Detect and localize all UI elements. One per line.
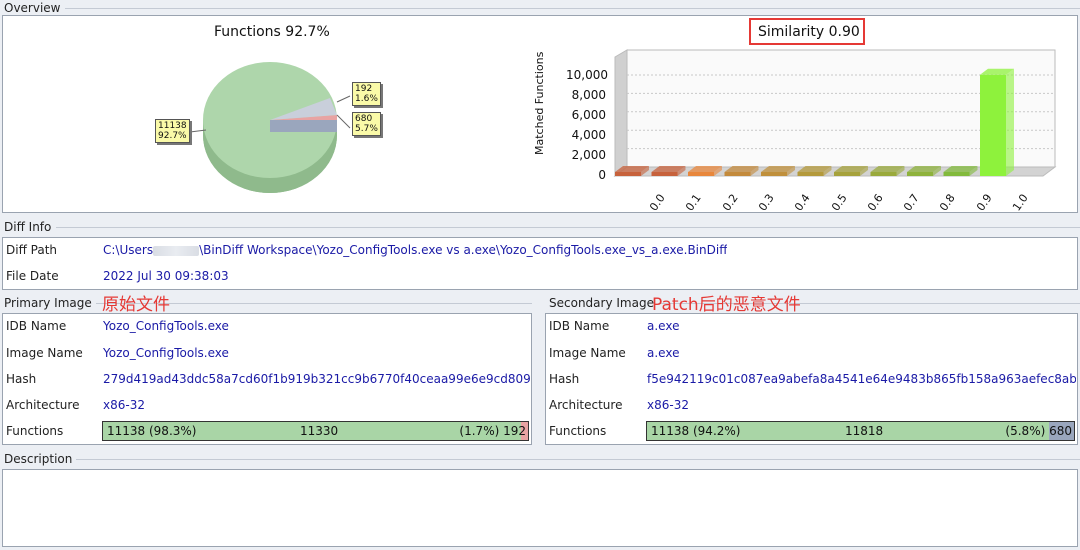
diffinfo-title: Diff Info (4, 220, 56, 234)
pie-callout-192: 192 1.6% (352, 82, 381, 106)
primary-note: 原始文件 (102, 295, 170, 315)
redacted-username (153, 245, 200, 256)
secondary-hash-value: f5e942119c01c087ea9abefa8a4541e64e9483b8… (647, 372, 1076, 386)
diff-path-value[interactable]: C:\Users \BinDiff Workspace\Yozo_ConfigTo… (103, 243, 727, 257)
secondary-note: Patch后的恶意文件 (652, 295, 801, 315)
primary-hash-value: 279d419ad43ddc58a7cd60f1b919b321cc9b6770… (103, 372, 530, 386)
bar-front (761, 172, 787, 176)
secondary-functions-label: Functions (549, 424, 607, 438)
primary-image-label: Image Name (6, 346, 83, 360)
bar-front (615, 172, 641, 176)
description-textarea[interactable] (2, 469, 1078, 547)
primary-hash-label: Hash (6, 372, 37, 386)
secondary-idb-value: a.exe (647, 319, 680, 333)
file-date-label: File Date (6, 269, 59, 283)
callout-pct: 5.7% (355, 124, 378, 134)
ytick-2000: 2,000 (571, 148, 606, 162)
diff-path-label: Diff Path (6, 243, 58, 257)
primary-idb-label: IDB Name (6, 319, 67, 333)
bar-front (870, 172, 897, 176)
secondary-functions-matched: 11138 (94.2%) (651, 424, 741, 438)
ytick-0: 0 (598, 168, 606, 182)
bar-front (797, 172, 824, 176)
diff-path-end: \BinDiff Workspace\Yozo_ConfigTools.exe … (199, 243, 728, 257)
ytick-4000: 4,000 (571, 128, 606, 142)
bar-front (651, 172, 678, 176)
primary-image-value: Yozo_ConfigTools.exe (103, 346, 229, 360)
secondary-functions-bar: 11138 (94.2%) 11818 (5.8%) 680 (646, 421, 1075, 441)
secondary-image-value: a.exe (647, 346, 680, 360)
bar-side (1006, 68, 1014, 176)
primary-functions-unmatched: (1.7%) 192 (459, 424, 526, 438)
overview-divider (60, 8, 1080, 9)
callout-count: 11138 (158, 121, 187, 131)
secondary-image-label: Image Name (549, 346, 626, 360)
description-title: Description (4, 452, 77, 466)
primary-functions-matched: 11138 (98.3%) (107, 424, 197, 438)
primary-functions-bar: 11138 (98.3%) 11330 (1.7%) 192 (102, 421, 529, 441)
secondary-image-title: Secondary Image (549, 296, 658, 310)
secondary-functions-total: 11818 (845, 424, 884, 438)
secondary-functions-unmatched: (5.8%) 680 (1005, 424, 1072, 438)
chart-side-wall (614, 49, 628, 177)
callout-pct: 92.7% (158, 131, 187, 141)
similarity-chart-title: Similarity 0.90 (758, 24, 860, 40)
secondary-arch-label: Architecture (549, 398, 623, 412)
bar-front (724, 172, 751, 176)
pie-chart-title: Functions 92.7% (214, 24, 330, 40)
primary-idb-value: Yozo_ConfigTools.exe (103, 319, 229, 333)
diff-path-start: C:\Users (103, 243, 154, 257)
callout-pct: 1.6% (355, 94, 378, 104)
overview-title: Overview (4, 1, 65, 15)
callout-count: 680 (355, 114, 373, 124)
diffinfo-divider (56, 227, 1080, 228)
primary-arch-label: Architecture (6, 398, 80, 412)
bar-front (943, 172, 970, 176)
primary-image-title: Primary Image (4, 296, 96, 310)
callout-count: 192 (355, 84, 373, 94)
primary-arch-value: x86-32 (103, 398, 145, 412)
secondary-idb-label: IDB Name (549, 319, 610, 333)
secondary-hash-label: Hash (549, 372, 580, 386)
pie-callout-11138: 11138 92.7% (155, 119, 190, 143)
primary-functions-total: 11330 (300, 424, 339, 438)
bar-chart-ylabel: Matched Functions (533, 51, 546, 155)
pie-slice-secondary-unmatched (270, 120, 337, 132)
pie-callout-680: 680 5.7% (352, 112, 381, 136)
ytick-6000: 6,000 (571, 108, 606, 122)
similarity-bar-chart (613, 49, 1057, 177)
description-divider (70, 459, 1080, 460)
bar-front (688, 172, 714, 176)
ytick-10000: 10,000 (566, 68, 608, 82)
secondary-arch-value: x86-32 (647, 398, 689, 412)
ytick-8000: 8,000 (571, 88, 606, 102)
file-date-value: 2022 Jul 30 09:38:03 (103, 269, 229, 283)
primary-functions-label: Functions (6, 424, 64, 438)
bar-front (980, 74, 1006, 176)
bar-front (834, 172, 860, 176)
bar-front (907, 172, 933, 176)
bar-1.0 (980, 68, 1014, 176)
